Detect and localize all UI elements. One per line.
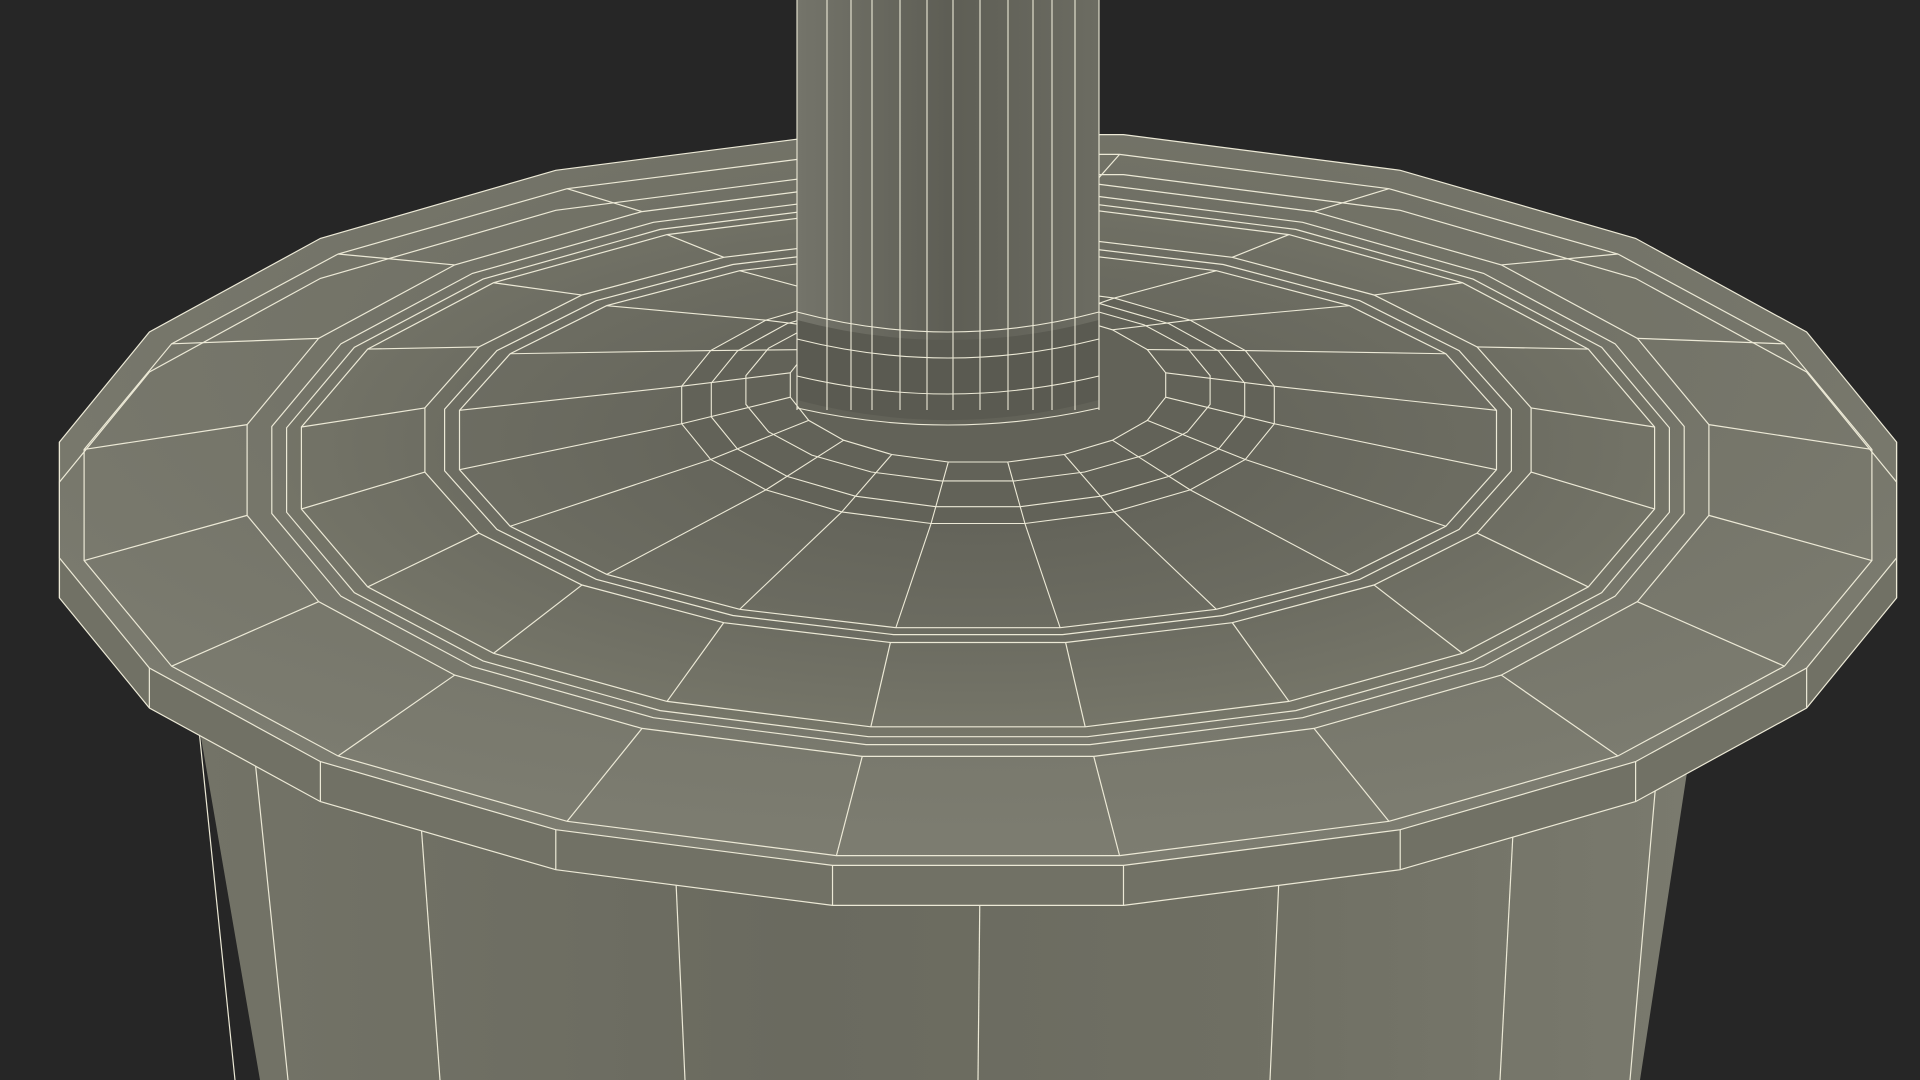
- render-viewport: [0, 0, 1920, 1080]
- mesh-group: [58, 0, 1898, 1080]
- wireframe-render: [58, 0, 1898, 1080]
